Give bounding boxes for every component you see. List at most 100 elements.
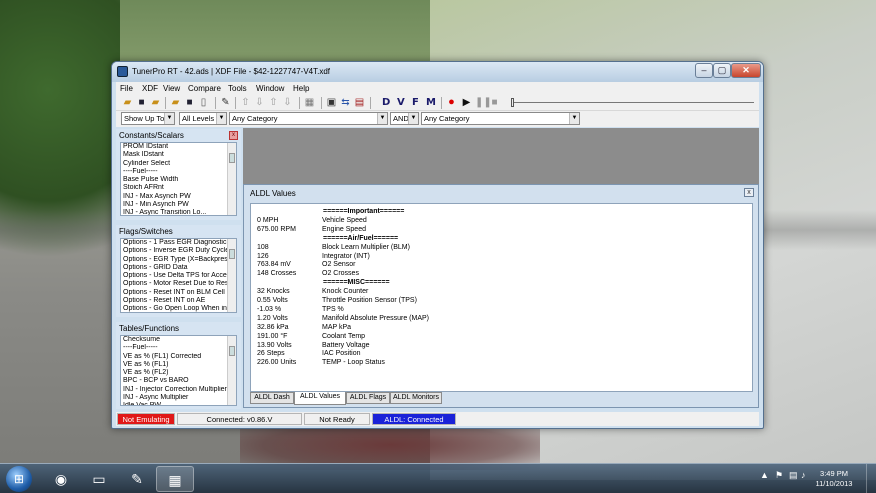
- menu-compare[interactable]: Compare: [188, 84, 221, 93]
- compare-icon[interactable]: ⇆: [340, 97, 351, 108]
- list-item[interactable]: VE as % (FL1): [121, 361, 236, 369]
- vertical-scrollbar[interactable]: [227, 239, 236, 312]
- tunerpro-taskbar-icon[interactable]: ▦: [156, 466, 194, 492]
- list-item[interactable]: Base Pulse Width: [121, 176, 236, 184]
- aldl-parameter-name: TEMP - Loop Status: [322, 359, 385, 367]
- category-2-value: Any Category: [424, 114, 470, 123]
- list-item[interactable]: Stoich AFRnt: [121, 184, 236, 192]
- list-item[interactable]: Cylinder Select: [121, 160, 236, 168]
- paint-icon[interactable]: ✎: [118, 466, 156, 492]
- aldl-parameter-name: IAC Position: [322, 350, 361, 358]
- list-item[interactable]: Options - EGR Type (X=Backpress: [121, 256, 236, 264]
- aldl-parameter-name: Block Learn Multiplier (BLM): [322, 243, 410, 251]
- toolbar-d-button[interactable]: D: [382, 97, 390, 108]
- tab-aldl-monitors[interactable]: ALDL Monitors: [390, 392, 442, 404]
- settings-icon[interactable]: ▣: [326, 97, 337, 108]
- title-bar[interactable]: TunerPro RT - 42.ads | XDF File - $42-12…: [112, 62, 763, 82]
- system-clock[interactable]: 3:49 PM 11/10/2013: [812, 469, 856, 489]
- list-item[interactable]: Options - Inverse EGR Duty Cycle: [121, 247, 236, 255]
- menu-window[interactable]: Window: [256, 84, 284, 93]
- tray-network-icon[interactable]: ▤: [789, 470, 798, 481]
- open-xdf-icon[interactable]: ▰: [150, 97, 161, 108]
- show-desktop-button[interactable]: [866, 464, 876, 493]
- open-folder-icon[interactable]: ▰: [122, 97, 133, 108]
- scrollbar-thumb[interactable]: [229, 249, 235, 259]
- list-item[interactable]: Options - Go Open Loop When in I: [121, 305, 236, 312]
- list-item[interactable]: ----Fuel-----: [121, 168, 236, 176]
- arrow-up-icon[interactable]: ⇧: [240, 97, 251, 108]
- close-icon[interactable]: x: [744, 188, 754, 197]
- list-item[interactable]: Mask IDstant: [121, 151, 236, 159]
- scrollbar-thumb[interactable]: [229, 346, 235, 356]
- toolbar-v-button[interactable]: V: [397, 97, 405, 108]
- table-icon[interactable]: ▤: [354, 97, 365, 108]
- arrow-down-alt-icon[interactable]: ⇩: [282, 97, 293, 108]
- vertical-scrollbar[interactable]: [227, 336, 236, 405]
- list-item[interactable]: VE as % (FL2): [121, 369, 236, 377]
- app-icon: [117, 66, 128, 77]
- constants-panel-header: Constants/Scalars x: [116, 129, 241, 142]
- show-up-to-select[interactable]: Show Up To ▼: [121, 112, 175, 125]
- close-icon[interactable]: x: [229, 131, 238, 140]
- chip-icon[interactable]: ▦: [304, 97, 315, 108]
- category-select-1[interactable]: Any Category ▼: [229, 112, 388, 125]
- list-item[interactable]: INJ - Async Multiplier: [121, 394, 236, 402]
- constants-panel: Constants/Scalars x PROM IDstant Mask IDst…: [116, 129, 241, 220]
- save-definition-icon[interactable]: ■: [184, 97, 195, 108]
- levels-select[interactable]: All Levels ▼: [179, 112, 227, 125]
- close-button[interactable]: ✕: [731, 63, 761, 78]
- arrow-down-icon[interactable]: ⇩: [254, 97, 265, 108]
- list-item[interactable]: INJ - Min Asynch PW: [121, 201, 236, 209]
- list-item[interactable]: PROM IDstant: [121, 143, 236, 151]
- toolbar-f-button[interactable]: F: [412, 97, 419, 108]
- stop-icon[interactable]: ■: [489, 97, 500, 108]
- vertical-scrollbar[interactable]: [227, 143, 236, 215]
- new-file-icon[interactable]: ▯: [198, 97, 209, 108]
- firefox-icon[interactable]: ◉: [42, 466, 80, 492]
- list-item[interactable]: INJ - Async Transition Lo...: [121, 209, 236, 215]
- logic-select[interactable]: AND ▼: [390, 112, 419, 125]
- aldl-parameter-name: Engine Speed: [322, 225, 366, 233]
- list-item[interactable]: Idle Vac PW...: [121, 402, 236, 405]
- list-item[interactable]: BPC - BCP vs BARO: [121, 377, 236, 385]
- clock-date: 11/10/2013: [815, 479, 853, 488]
- list-item[interactable]: ----Fuel-----: [121, 344, 236, 352]
- list-item[interactable]: Options - Use Delta TPS for Accel: [121, 272, 236, 280]
- list-item[interactable]: INJ - Max Asynch PW: [121, 193, 236, 201]
- tray-up-arrow-icon[interactable]: ▲: [760, 470, 769, 480]
- minimize-button[interactable]: –: [695, 63, 713, 78]
- save-icon[interactable]: ■: [136, 97, 147, 108]
- playback-slider-thumb[interactable]: [511, 98, 514, 107]
- tray-volume-icon[interactable]: ♪: [801, 470, 806, 480]
- tab-aldl-flags[interactable]: ALDL Flags: [346, 392, 390, 404]
- list-item[interactable]: VE as % (FL1) Corrected: [121, 353, 236, 361]
- play-icon[interactable]: ▶: [461, 97, 472, 108]
- list-item[interactable]: Options - Motor Reset Due to Res: [121, 280, 236, 288]
- toolbar-m-button[interactable]: M: [426, 97, 436, 108]
- list-item[interactable]: Options - Reset INT on BLM Cell C: [121, 289, 236, 297]
- record-icon[interactable]: ●: [446, 97, 457, 108]
- menu-tools[interactable]: Tools: [228, 84, 247, 93]
- menu-xdf[interactable]: XDF: [142, 84, 158, 93]
- list-item[interactable]: INJ - Injector Correction Multiplier: [121, 386, 236, 394]
- list-item[interactable]: Options - 1 Pass EGR Diagnostic: [121, 239, 236, 247]
- windows-start-icon[interactable]: ⊞: [6, 466, 32, 492]
- list-item[interactable]: Checksume: [121, 336, 236, 344]
- tab-aldl-dash[interactable]: ALDL Dash: [250, 392, 294, 404]
- wrench-icon[interactable]: ✎: [220, 97, 231, 108]
- pause-icon[interactable]: ❚❚: [475, 97, 492, 108]
- file-explorer-icon[interactable]: ▭: [80, 466, 118, 492]
- tab-aldl-values[interactable]: ALDL Values: [294, 392, 346, 405]
- list-item[interactable]: Options - GRID Data: [121, 264, 236, 272]
- tray-flag-icon[interactable]: ⚑: [775, 470, 783, 481]
- maximize-button[interactable]: ▢: [713, 63, 731, 78]
- open-definition-icon[interactable]: ▰: [170, 97, 181, 108]
- menu-help[interactable]: Help: [293, 84, 309, 93]
- scrollbar-thumb[interactable]: [229, 153, 235, 163]
- category-select-2[interactable]: Any Category ▼: [421, 112, 580, 125]
- menu-file[interactable]: File: [120, 84, 133, 93]
- menu-view[interactable]: View: [163, 84, 180, 93]
- arrow-up-alt-icon[interactable]: ⇧: [268, 97, 279, 108]
- list-item[interactable]: Options - Reset INT on AE: [121, 297, 236, 305]
- toolbar-separator: [370, 97, 371, 109]
